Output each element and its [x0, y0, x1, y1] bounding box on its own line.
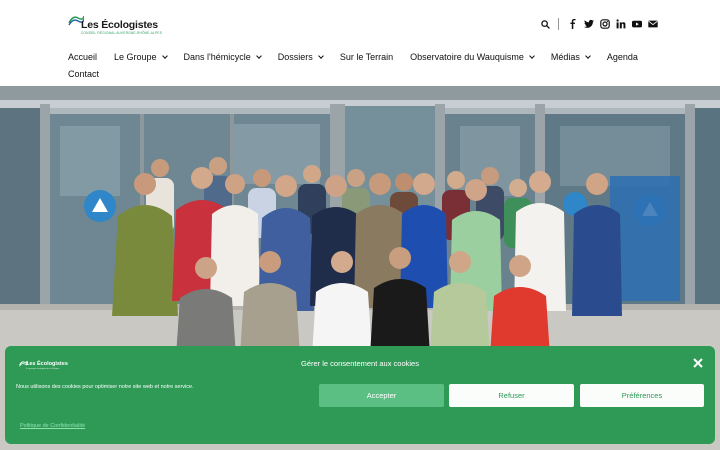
linkedin-icon[interactable] — [614, 17, 628, 31]
nav-item-dossiers[interactable]: Dossiers — [277, 52, 324, 62]
chevron-down-icon — [255, 52, 262, 59]
nav-row-2: Contact — [68, 68, 648, 80]
chevron-down-icon — [585, 52, 591, 59]
nav-label: Dans l'hémicycle — [183, 52, 251, 62]
nav-item-observatoire[interactable]: Observatoire du Wauquisme — [410, 52, 535, 62]
logo-tagline: CONSEIL RÉGIONAL AUVERGNE-RHÔNE-ALPES — [81, 31, 163, 35]
facebook-icon[interactable] — [566, 17, 580, 31]
nav-item-contact[interactable]: Contact — [68, 69, 99, 79]
nav-label: Observatoire du Wauquisme — [410, 52, 524, 62]
site-logo[interactable]: Les Écologistes CONSEIL RÉGIONAL AUVERGN… — [68, 12, 178, 36]
nav-label: Agenda — [606, 52, 638, 62]
header-tools — [536, 17, 660, 31]
cookie-preferences-button[interactable]: Préférences — [580, 384, 704, 407]
nav-label: Accueil — [68, 52, 98, 62]
nav-label: Contact — [68, 69, 100, 79]
nav-item-le-groupe[interactable]: Le Groupe — [114, 52, 168, 62]
twitter-icon[interactable] — [582, 17, 596, 31]
nav-item-hemicycle[interactable]: Dans l'hémicycle — [183, 52, 262, 62]
nav-item-accueil[interactable]: Accueil — [68, 52, 97, 62]
site-header: Les Écologistes CONSEIL RÉGIONAL AUVERGN… — [0, 0, 720, 86]
search-icon[interactable] — [538, 17, 552, 31]
main-nav: Accueil Le Groupe Dans l'hémicycle Dossi… — [68, 51, 648, 85]
nav-label: Dossiers — [277, 52, 313, 62]
instagram-icon[interactable] — [598, 17, 612, 31]
nav-label: Le Groupe — [114, 52, 157, 62]
nav-item-sur-le-terrain[interactable]: Sur le Terrain — [340, 52, 393, 62]
chevron-down-icon — [317, 52, 324, 59]
privacy-policy-link[interactable]: Politique de Confidentialité — [20, 423, 85, 429]
chevron-down-icon — [529, 52, 535, 59]
banner-logo-tagline: Le groupe écologiste de la Région — [26, 368, 60, 370]
header-divider — [558, 18, 559, 30]
nav-item-medias[interactable]: Médias — [550, 52, 591, 62]
nav-row-1: Accueil Le Groupe Dans l'hémicycle Dossi… — [68, 51, 648, 63]
nav-label: Médias — [550, 52, 580, 62]
nav-item-agenda[interactable]: Agenda — [607, 52, 638, 62]
youtube-icon[interactable] — [630, 17, 644, 31]
cookie-consent-banner: Les Écologistes Le groupe écologiste de … — [5, 346, 715, 444]
accept-cookies-button[interactable]: Accepter — [319, 384, 444, 407]
chevron-down-icon — [161, 52, 168, 59]
mail-icon[interactable] — [646, 17, 660, 31]
cookie-banner-title: Gérer le consentement aux cookies — [301, 359, 419, 368]
close-icon[interactable] — [693, 358, 703, 368]
refuse-cookies-button[interactable]: Refuser — [449, 384, 574, 407]
cookie-banner-message: Nous utilisons des cookies pour optimise… — [16, 384, 194, 390]
logo-name: Les Écologistes — [81, 19, 158, 31]
nav-label: Sur le Terrain — [339, 52, 394, 62]
